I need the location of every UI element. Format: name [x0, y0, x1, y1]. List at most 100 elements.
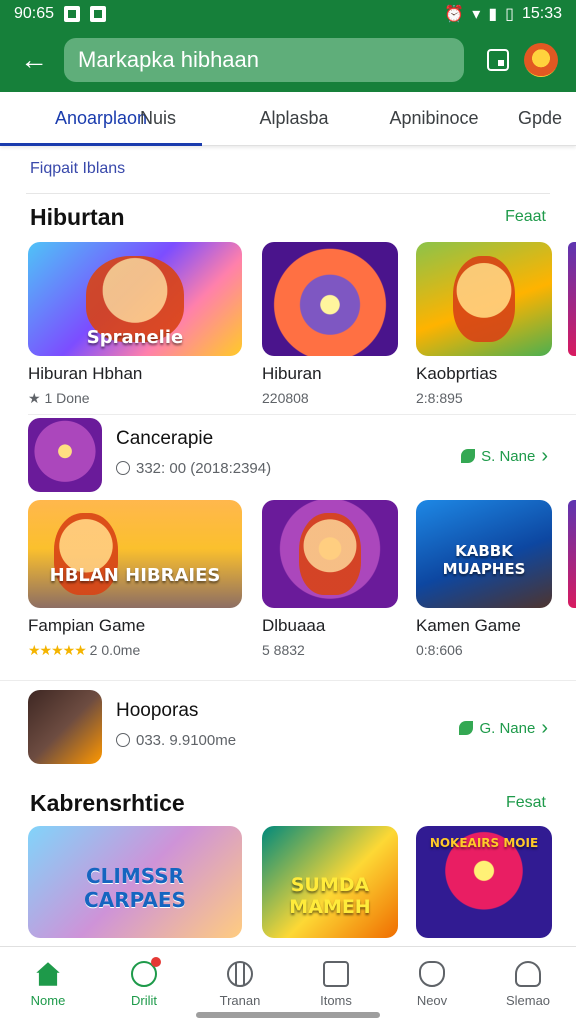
game-name: Hiburan — [262, 364, 322, 383]
game-card[interactable]: HBLAN HIBRAIES Fampian Game ★★★★★ 2 0.0m… — [28, 500, 242, 659]
install-button[interactable]: S. Nane › — [455, 440, 548, 472]
nav-label: Slemao — [505, 993, 551, 1008]
chevron-right-icon: › — [541, 444, 548, 467]
person-icon — [515, 961, 541, 987]
game-logo-text: CLIMSSR CARPAES — [84, 864, 186, 912]
calendar-button[interactable] — [478, 40, 518, 80]
tab-bar: Anoarplaon Nuis Alplasba Apnibinoce Gpde — [0, 92, 576, 146]
list-item[interactable]: Cancerapie 332: 00 (2018:2394) S. Nane › — [28, 418, 548, 494]
notification-icon — [64, 6, 81, 22]
divider — [28, 414, 576, 415]
rating-stars: ★★★★★ — [28, 642, 87, 658]
game-logo-text: KABBK MUAPHES — [442, 542, 526, 578]
tab-alplasba[interactable]: Alplasba — [224, 92, 364, 146]
game-card[interactable]: NOKEAIRS MOIE — [416, 826, 552, 938]
globe-icon — [227, 961, 253, 987]
section-title: Kabrensrhtice — [30, 790, 185, 816]
game-thumbnail: KABBK MUAPHES — [416, 500, 552, 608]
box-icon — [323, 961, 349, 987]
game-name: Hiburan Hbhan — [28, 364, 143, 383]
game-card[interactable]: Kaobprtias 2:8:895 — [416, 242, 552, 406]
tab-label: Alplasba — [259, 108, 329, 128]
game-thumbnail: Spranelie — [28, 242, 242, 356]
install-label: G. Nane — [479, 719, 536, 737]
home-icon — [36, 962, 60, 986]
section-title: Hiburtan — [30, 204, 125, 230]
game-thumbnail: SUMDA MAMEH — [262, 826, 398, 938]
game-logo-text: Spranelie — [86, 327, 184, 348]
next-card-peek[interactable] — [568, 242, 576, 356]
app-meta: 033. 9.9100me — [116, 732, 236, 749]
game-meta-text: 2 0.0me — [89, 642, 141, 658]
game-thumbnail — [262, 242, 398, 356]
sub-link[interactable]: Fiqpait Iblans — [30, 160, 125, 178]
game-card[interactable]: Hiburan 220808 — [262, 242, 398, 406]
battery-icon: ▯ — [505, 6, 514, 23]
game-name: Fampian Game — [28, 616, 146, 635]
notification-icon-2 — [90, 6, 107, 22]
tab-label: Apnibinoce — [389, 108, 479, 128]
back-arrow-icon[interactable]: ← — [14, 40, 54, 80]
leaf-icon — [459, 721, 474, 735]
game-thumbnail: CLIMSSR CARPAES — [28, 826, 242, 938]
game-logo-text: HBLAN HIBRAIES — [49, 565, 221, 586]
game-thumbnail: HBLAN HIBRAIES — [28, 500, 242, 608]
status-time-right: 15:33 — [521, 5, 562, 22]
app-bar: ← Markapka hibhaan — [0, 28, 576, 92]
signal-icon: ▮ — [488, 6, 498, 23]
nav-label: Neov — [416, 993, 448, 1008]
nav-label: Drilit — [131, 993, 157, 1008]
nav-label: Itoms — [320, 993, 352, 1008]
game-name: Kaobprtias — [416, 364, 498, 383]
install-label: S. Nane — [481, 447, 536, 465]
tab-label: Gpde — [517, 108, 563, 128]
game-card[interactable]: KABBK MUAPHES Kamen Game 0:8:606 — [416, 500, 552, 658]
game-meta: 0:8:606 — [416, 642, 463, 658]
game-card[interactable]: SUMDA MAMEH — [262, 826, 398, 938]
heart-icon — [419, 961, 445, 987]
section-see-more-link[interactable]: Fesat — [506, 794, 546, 812]
game-meta: 2:8:895 — [416, 390, 463, 406]
divider — [26, 193, 550, 194]
nav-item-neov[interactable]: Neov — [384, 947, 480, 1024]
calendar-icon — [487, 49, 509, 71]
game-card[interactable]: Spranelie Hiburan Hbhan ★ 1 Done — [28, 242, 242, 407]
search-input[interactable]: Markapka hibhaan — [64, 38, 464, 82]
divider — [0, 680, 576, 681]
tab-apnibinoce[interactable]: Apnibinoce — [364, 92, 504, 146]
tab-label: Nuis — [140, 108, 177, 128]
game-thumbnail: NOKEAIRS MOIE — [416, 826, 552, 938]
app-thumbnail — [28, 418, 102, 492]
game-meta: 5 8832 — [262, 642, 305, 658]
section-see-more-link[interactable]: Feaat — [505, 208, 546, 226]
app-name: Cancerapie — [116, 428, 214, 449]
clock-icon — [116, 733, 130, 747]
game-thumbnail — [416, 242, 552, 356]
game-name: Dlbuaaa — [262, 616, 326, 635]
nav-label: Tranan — [219, 993, 261, 1008]
home-indicator[interactable] — [196, 1012, 380, 1018]
nav-item-home[interactable]: Nome — [0, 947, 96, 1024]
games-icon — [131, 957, 161, 987]
app-name: Hooporas — [116, 700, 199, 721]
leaf-icon — [461, 449, 476, 463]
game-card[interactable]: CLIMSSR CARPAES — [28, 826, 242, 938]
install-button[interactable]: G. Nane › — [453, 712, 548, 744]
game-card[interactable]: Dlbuaaa 5 8832 — [262, 500, 398, 658]
game-logo-text: SUMDA MAMEH — [289, 874, 371, 918]
tab-gpde[interactable]: Gpde — [504, 92, 576, 146]
game-thumbnail — [262, 500, 398, 608]
list-item[interactable]: Hooporas 033. 9.9100me G. Nane › — [28, 690, 548, 766]
avatar[interactable] — [524, 43, 558, 77]
nav-item-slemao[interactable]: Slemao — [480, 947, 576, 1024]
chevron-right-icon: › — [541, 716, 548, 739]
app-meta: 332: 00 (2018:2394) — [116, 460, 271, 477]
game-meta: 220808 — [262, 390, 309, 406]
game-logo-text: NOKEAIRS MOIE — [429, 836, 539, 850]
app-meta-text: 033. 9.9100me — [136, 732, 237, 749]
next-card-peek[interactable] — [568, 500, 576, 608]
tab-label: Anoarplaon — [54, 108, 148, 128]
nav-item-drilit[interactable]: Drilit — [96, 947, 192, 1024]
game-meta: ★ 1 Done — [28, 390, 90, 406]
wifi-icon: ▾ — [472, 6, 481, 23]
